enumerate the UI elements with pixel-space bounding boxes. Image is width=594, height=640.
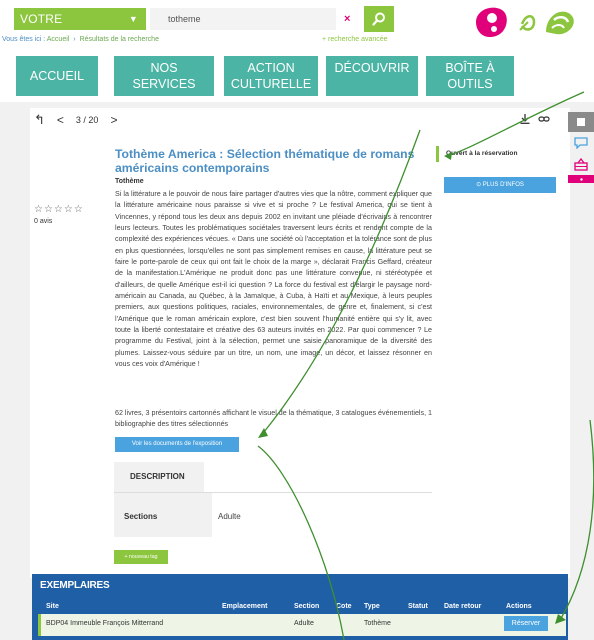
col-cote: Cote xyxy=(336,603,352,610)
col-section: Section xyxy=(294,603,320,610)
cell-section: Adulte xyxy=(294,620,314,627)
download-icon[interactable] xyxy=(520,114,530,124)
side-square-button[interactable] xyxy=(568,112,594,132)
record-description: Si la littérature a le pouvoir de nous f… xyxy=(115,190,432,369)
clear-search-icon[interactable]: × xyxy=(344,8,356,30)
col-site: Site xyxy=(46,603,59,610)
nav-nos-services[interactable]: NOS SERVICES xyxy=(114,56,214,96)
chevron-down-icon: ▼ xyxy=(128,14,138,24)
search-icon xyxy=(372,12,385,26)
sections-label: Sections xyxy=(124,512,158,521)
back-to-results-icon[interactable]: ↰ xyxy=(34,112,45,128)
next-record-button[interactable]: > xyxy=(110,113,117,127)
availability-stripe xyxy=(436,146,439,162)
availability-box: Ouvert à la réservation xyxy=(436,146,562,202)
record-pager: ↰ < 3 / 20 > xyxy=(34,112,117,128)
cell-site: BDP04 Immeuble François Mitterrand xyxy=(46,620,164,627)
copies-title: EXEMPLAIRES xyxy=(40,580,110,591)
record-author[interactable]: Tothème xyxy=(115,178,144,185)
tab-description[interactable]: DESCRIPTION xyxy=(114,462,204,492)
col-type: Type xyxy=(364,603,380,610)
search-button[interactable] xyxy=(364,6,394,32)
side-toolbar xyxy=(568,112,594,184)
nav-accueil[interactable]: ACCUEIL xyxy=(16,56,98,96)
view-documents-button[interactable]: Voir les documents de l'exposition xyxy=(115,437,239,452)
header: VOTRE RECHERCHE... ▼ totheme × Vous êtes… xyxy=(0,0,594,100)
nav-decouvrir[interactable]: DÉCOUVRIR xyxy=(326,56,418,96)
more-info-button[interactable]: ⊙ PLUS D'INFOS xyxy=(444,177,556,193)
nav-action-culturelle[interactable]: ACTION CULTURELLE xyxy=(224,56,318,96)
breadcrumb-home[interactable]: Accueil xyxy=(47,36,70,43)
record-position: 3 / 20 xyxy=(75,115,99,125)
record-contents: 62 livres, 3 présentoirs cartonnés affic… xyxy=(115,409,433,429)
record-tools xyxy=(520,114,550,124)
rating-stars[interactable]: ☆☆☆☆☆ xyxy=(34,204,84,215)
site-logo[interactable] xyxy=(468,2,594,40)
permalink-icon[interactable] xyxy=(538,114,550,124)
col-date-retour: Date retour xyxy=(444,603,482,610)
advanced-search-link[interactable]: + recherche avancée xyxy=(322,36,388,43)
previous-record-button[interactable]: < xyxy=(57,113,64,127)
basket-icon xyxy=(574,157,588,171)
side-basket-button[interactable] xyxy=(568,154,594,174)
dot-icon xyxy=(579,177,583,181)
comment-icon xyxy=(574,137,588,149)
sections-value: Adulte xyxy=(218,512,241,521)
breadcrumb-prefix: Vous êtes ici : xyxy=(2,36,46,43)
record-title: Tothème America : Sélection thématique d… xyxy=(115,147,415,175)
breadcrumb-separator: › xyxy=(73,36,76,43)
search-scope-dropdown[interactable]: VOTRE RECHERCHE... ▼ xyxy=(14,8,146,48)
availability-label: Ouvert à la réservation xyxy=(446,150,518,157)
record-tabs: DESCRIPTION Sections Adulte xyxy=(114,462,432,544)
search-input[interactable]: totheme xyxy=(150,8,336,30)
new-tag-button[interactable]: + nouveau tag xyxy=(114,550,168,564)
side-extra-button[interactable] xyxy=(568,175,594,183)
nav-boite-a-outils[interactable]: BOÎTE À OUTILS xyxy=(426,56,514,96)
col-emplacement: Emplacement xyxy=(222,603,268,610)
square-icon xyxy=(577,118,585,126)
col-statut: Statut xyxy=(408,603,428,610)
breadcrumb-results[interactable]: Résultats de la recherche xyxy=(80,36,159,43)
side-comment-button[interactable] xyxy=(568,133,594,153)
col-actions: Actions xyxy=(506,603,532,610)
breadcrumb: Vous êtes ici : Accueil › Résultats de l… xyxy=(2,36,159,43)
reserve-button[interactable]: Réserver xyxy=(504,616,548,631)
reviews-count: 0 avis xyxy=(34,218,53,225)
row-stripe xyxy=(38,614,41,636)
cell-type: Tothème xyxy=(364,620,391,627)
